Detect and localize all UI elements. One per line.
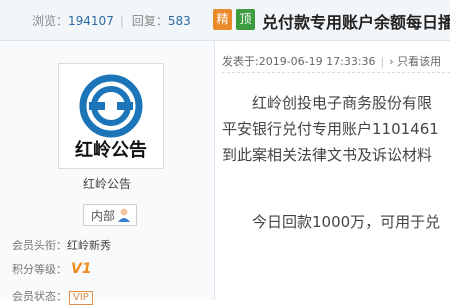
avatar[interactable]: 红岭公告 — [58, 63, 164, 169]
post-line: 今日回款1000万，可用于兑 — [252, 213, 441, 231]
post-line: 到此案相关法律文书及诉讼材料 — [222, 146, 433, 164]
level-value: V1 — [71, 261, 92, 277]
thread-header: 浏览：194107 | 回复：583 精 顶 兑付款专用账户余额每日播 — [0, 0, 450, 41]
hongling-logo-icon: 红岭公告 — [75, 74, 147, 161]
status-row: 会员状态： VIP — [12, 288, 93, 305]
author-sidebar: 红岭公告 红岭公告 内部 会员头衔：红岭新秀 积分等级： V1 会员状态： VIP — [0, 41, 215, 305]
pinned-badge: 顶 — [236, 9, 255, 30]
role-label: 内部 — [91, 209, 116, 223]
meta-divider-line — [222, 72, 450, 74]
level-row: 积分等级： V1 — [12, 261, 92, 277]
role-button[interactable]: 内部 — [83, 204, 137, 226]
logo-text: 红岭公告 — [75, 139, 147, 161]
views-count: 194107 — [68, 14, 114, 28]
status-label: 会员状态： — [12, 290, 67, 303]
meta-divider: | — [380, 55, 385, 68]
views-label: 浏览： — [32, 14, 69, 28]
member-title-row: 会员头衔：红岭新秀 — [12, 237, 111, 253]
post-line: 红岭创投电子商务股份有限 — [252, 94, 433, 112]
post-line: 平安银行兑付专用账户1101461 — [222, 120, 439, 138]
featured-badge: 精 — [213, 9, 232, 30]
stats-divider: | — [119, 14, 124, 28]
thread-stats: 浏览：194107 | 回复：583 — [32, 12, 191, 29]
replies-count: 583 — [167, 14, 191, 28]
user-icon — [118, 208, 130, 222]
post-content: 红岭创投电子商务股份有限 平安银行兑付专用账户1101461 到此案相关法律文书… — [222, 90, 440, 235]
replies-label: 回复： — [131, 14, 168, 28]
chevron-right-icon: › — [389, 55, 394, 68]
posted-at: 发表于:2019-06-19 17:33:36 — [222, 55, 376, 68]
view-only-author-link[interactable]: 只看该用 — [397, 55, 441, 68]
member-title-label: 会员头衔： — [12, 239, 67, 252]
post-meta: 发表于:2019-06-19 17:33:36 | › 只看该用 — [222, 53, 441, 69]
member-title-value: 红岭新秀 — [67, 239, 111, 252]
vip-badge: VIP — [69, 291, 93, 305]
author-name[interactable]: 红岭公告 — [0, 175, 214, 192]
thread-title[interactable]: 兑付款专用账户余额每日播 — [262, 9, 450, 33]
level-label: 积分等级： — [12, 263, 67, 276]
